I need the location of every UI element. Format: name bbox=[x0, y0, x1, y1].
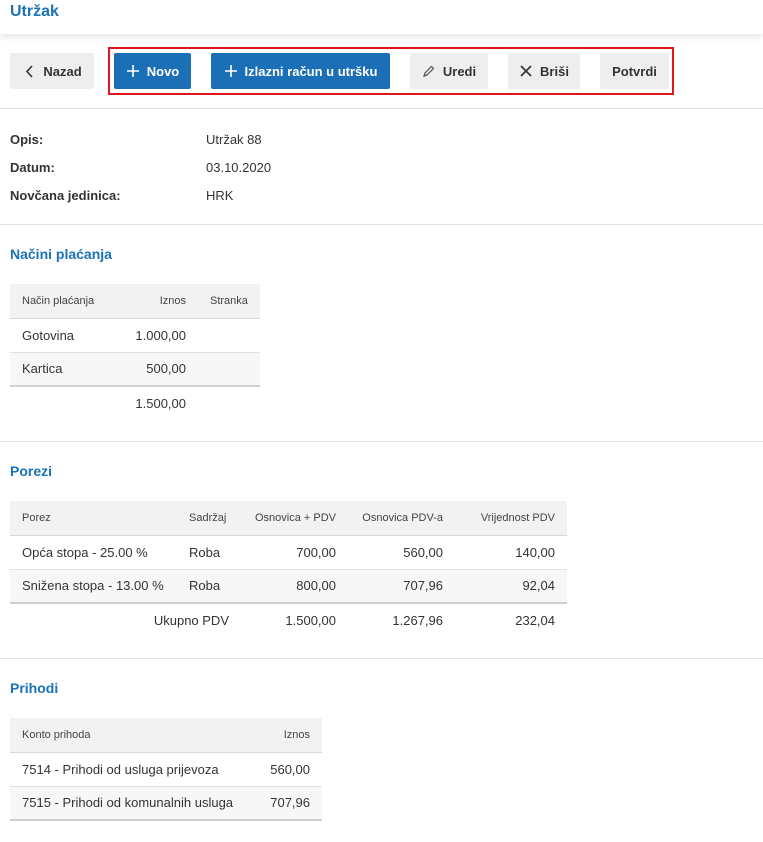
table-row: Kartica 500,00 bbox=[10, 352, 260, 387]
column-header: Osnovica + PDV bbox=[241, 501, 348, 536]
section-divider bbox=[0, 441, 763, 442]
plus-icon bbox=[126, 64, 140, 78]
income-account-cell: 7514 - Prihodi od usluga prijevoza bbox=[10, 752, 258, 787]
income-amount-cell: 560,00 bbox=[258, 752, 322, 787]
tax-base-cell: 707,96 bbox=[348, 569, 455, 604]
column-header: Porez bbox=[10, 501, 177, 536]
income-account-cell: 7515 - Prihodi od komunalnih usluga bbox=[10, 786, 258, 821]
column-header: Sadržaj bbox=[177, 501, 241, 536]
new-button[interactable]: Novo bbox=[114, 53, 191, 89]
tax-vat-cell: 140,00 bbox=[455, 535, 567, 570]
table-row: Snižena stopa - 13.00 % Roba 800,00 707,… bbox=[10, 569, 567, 604]
table-row: Gotovina 1.000,00 bbox=[10, 318, 260, 353]
plus-icon bbox=[224, 64, 238, 78]
edit-button[interactable]: Uredi bbox=[410, 53, 488, 89]
new-button-label: Novo bbox=[146, 63, 180, 79]
chevron-left-icon bbox=[22, 64, 36, 78]
section-divider bbox=[0, 658, 763, 659]
tax-total-gross: 1.500,00 bbox=[285, 613, 336, 628]
confirm-button-label: Potvrdi bbox=[612, 63, 657, 79]
table-row: Opća stopa - 25.00 % Roba 700,00 560,00 … bbox=[10, 535, 567, 570]
tax-total-vat: 232,04 bbox=[515, 613, 555, 628]
column-header: Način plaćanja bbox=[10, 284, 116, 319]
date-label: Datum: bbox=[10, 160, 55, 175]
column-header: Konto prihoda bbox=[10, 718, 258, 753]
pencil-icon bbox=[422, 64, 436, 78]
back-button-label: Nazad bbox=[43, 63, 82, 79]
payment-amount-cell: 500,00 bbox=[116, 352, 198, 387]
income-section-title: Prihodi bbox=[10, 680, 59, 696]
payment-amount-cell: 1.000,00 bbox=[116, 318, 198, 353]
tax-name-cell: Opća stopa - 25.00 % bbox=[10, 535, 177, 570]
tax-total-label: Ukupno PDV bbox=[153, 613, 229, 628]
outgoing-invoice-button-label: Izlazni račun u utršku bbox=[244, 63, 378, 79]
income-table: Konto prihoda Iznos 7514 - Prihodi od us… bbox=[10, 718, 322, 821]
taxes-table: Porez Sadržaj Osnovica + PDV Osnovica PD… bbox=[10, 501, 567, 637]
column-header: Iznos bbox=[116, 284, 198, 319]
column-header: Stranka bbox=[198, 284, 260, 319]
currency-value: HRK bbox=[206, 188, 234, 203]
edit-button-label: Uredi bbox=[442, 63, 477, 79]
payment-method-cell: Gotovina bbox=[10, 318, 116, 353]
description-label: Opis: bbox=[10, 132, 44, 147]
tax-name-cell: Snižena stopa - 13.00 % bbox=[10, 569, 177, 604]
total-row: Ukupno PDV 1.500,00 1.267,96 232,04 bbox=[10, 603, 567, 637]
payments-section-title: Načini plaćanja bbox=[10, 246, 112, 262]
table-row: 7515 - Prihodi od komunalnih usluga 707,… bbox=[10, 786, 322, 821]
back-button[interactable]: Nazad bbox=[10, 53, 94, 89]
payment-party-cell bbox=[198, 352, 260, 387]
payment-party-cell bbox=[198, 318, 260, 353]
column-header: Osnovica PDV-a bbox=[348, 501, 455, 536]
tax-gross-cell: 700,00 bbox=[241, 535, 348, 570]
column-header: Iznos bbox=[258, 718, 322, 753]
tax-content-cell: Roba bbox=[177, 535, 241, 570]
description-value: Utržak 88 bbox=[206, 132, 262, 147]
highlight-box bbox=[108, 47, 674, 95]
taxes-section-title: Porezi bbox=[10, 463, 53, 479]
delete-button-label: Briši bbox=[540, 63, 569, 79]
toolbar: Nazad Novo Izlazni račun u utršku Uredi … bbox=[0, 34, 763, 109]
payments-table: Način plaćanja Iznos Stranka Gotovina 1.… bbox=[10, 284, 260, 420]
delete-button[interactable]: Briši bbox=[508, 53, 580, 89]
payment-method-cell: Kartica bbox=[10, 352, 116, 387]
tax-vat-cell: 92,04 bbox=[455, 569, 567, 604]
currency-label: Novčana jedinica: bbox=[10, 188, 121, 203]
column-header: Vrijednost PDV bbox=[455, 501, 567, 536]
tax-content-cell: Roba bbox=[177, 569, 241, 604]
date-value: 03.10.2020 bbox=[206, 160, 272, 175]
payments-total: 1.500,00 bbox=[135, 396, 186, 411]
page-title: Utržak bbox=[10, 3, 59, 20]
tax-gross-cell: 800,00 bbox=[241, 569, 348, 604]
total-row: 1.500,00 bbox=[10, 386, 260, 420]
tax-base-cell: 560,00 bbox=[348, 535, 455, 570]
page-header: Utržak bbox=[0, 0, 763, 34]
table-row: 7514 - Prihodi od usluga prijevoza 560,0… bbox=[10, 752, 322, 787]
close-icon bbox=[519, 64, 533, 78]
income-amount-cell: 707,96 bbox=[258, 786, 322, 821]
document-info: Opis: Utržak 88 Datum: 03.10.2020 Novčan… bbox=[0, 110, 763, 225]
confirm-button[interactable]: Potvrdi bbox=[600, 53, 669, 89]
outgoing-invoice-button[interactable]: Izlazni račun u utršku bbox=[211, 53, 390, 89]
tax-total-base: 1.267,96 bbox=[392, 613, 443, 628]
